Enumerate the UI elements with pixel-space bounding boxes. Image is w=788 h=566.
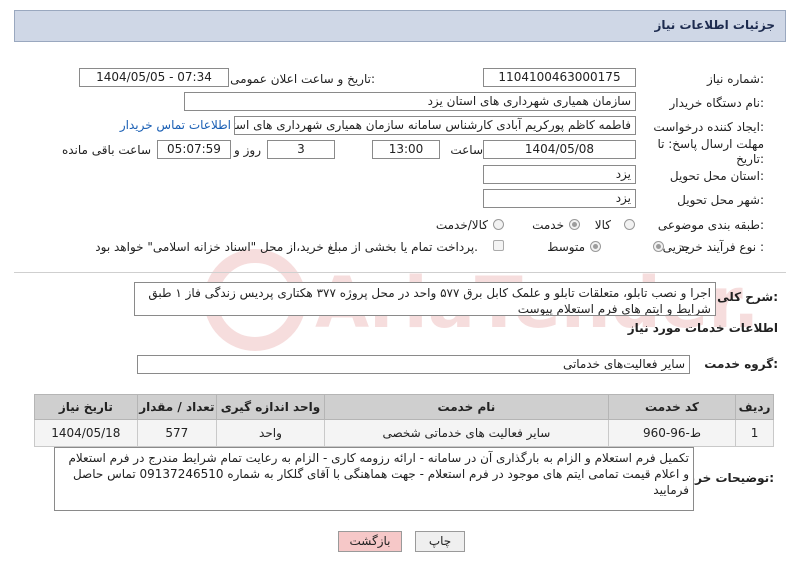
category-radio-goods-service[interactable] xyxy=(493,219,504,230)
announce-date-label: تاریخ و ساعت اعلان عمومی: xyxy=(230,72,375,86)
process-label: نوع فرآیند خرید : xyxy=(679,240,764,254)
service-group-label: گروه خدمت: xyxy=(704,357,778,371)
back-button[interactable]: بازگشت xyxy=(338,531,402,552)
remaining-time-field: 05:07:59 xyxy=(157,140,231,159)
column-header-qty: تعداد / مقدار xyxy=(136,394,217,420)
cell-name: سایر فعالیت های خدماتی شخصی xyxy=(323,419,609,447)
category-option-goods-service: کالا/خدمت xyxy=(435,218,488,232)
city-label: شهر محل تحویل: xyxy=(677,193,764,207)
days-remaining-field: 3 xyxy=(267,140,335,159)
cell-qty: 577 xyxy=(136,419,217,447)
category-option-goods: کالا xyxy=(594,218,611,232)
days-label: روز و xyxy=(234,143,261,157)
need-number-field: 1104100463000175 xyxy=(483,68,636,87)
column-header-row: ردیف xyxy=(735,394,774,420)
buyer-org-field: سازمان همیاری شهرداری های استان یزد xyxy=(184,92,636,111)
category-radio-service[interactable] xyxy=(569,219,580,230)
process-option-minor: جزیی xyxy=(662,240,690,254)
province-label: استان محل تحویل: xyxy=(669,169,764,183)
page-header: جزئیات اطلاعات نیاز xyxy=(14,10,786,42)
page-title: جزئیات اطلاعات نیاز xyxy=(654,18,775,32)
table-row: 1404/05/18 577 واحد سایر فعالیت های خدما… xyxy=(34,419,774,447)
payment-note: پرداخت تمام یا بخشی از مبلغ خرید،از محل … xyxy=(95,240,478,254)
category-label: طبقه بندی موضوعی: xyxy=(657,218,764,232)
cell-date: 1404/05/18 xyxy=(34,419,138,447)
deadline-time-field: 13:00 xyxy=(372,140,440,159)
cell-code: ط-96-960 xyxy=(607,419,737,447)
column-header-code: کد خدمت xyxy=(607,394,737,420)
province-field: یزد xyxy=(483,165,636,184)
services-table: تاریخ نیاز تعداد / مقدار واحد اندازه گیر… xyxy=(34,394,774,447)
buyer-org-label: نام دستگاه خریدار: xyxy=(669,96,765,110)
services-section-title: اطلاعات خدمات مورد نیاز xyxy=(627,321,778,335)
column-header-name: نام خدمت xyxy=(323,394,609,420)
process-option-medium: متوسط xyxy=(547,240,585,254)
cell-unit: واحد xyxy=(215,419,325,447)
need-number-label: شماره نیاز: xyxy=(706,72,764,86)
buyer-notes-textarea[interactable]: تکمیل فرم استعلام و الزام به بارگذاری آن… xyxy=(54,447,694,511)
column-header-date: تاریخ نیاز xyxy=(34,394,138,420)
category-radio-goods[interactable] xyxy=(624,219,635,230)
city-field: یزد xyxy=(483,189,636,208)
description-textarea[interactable]: اجرا و نصب تابلو، متعلقات تابلو و علمک ک… xyxy=(134,282,716,316)
process-radio-medium[interactable] xyxy=(590,241,601,252)
service-group-field: سایر فعالیت‌های خدماتی xyxy=(137,355,690,374)
divider xyxy=(14,272,786,273)
column-header-unit: واحد اندازه گیری xyxy=(215,394,325,420)
deadline-date-label: تاریخ: xyxy=(736,152,764,166)
cell-row: 1 xyxy=(735,419,774,447)
requester-label: ایجاد کننده درخواست: xyxy=(653,120,764,134)
category-option-service: خدمت xyxy=(532,218,564,232)
buyer-contact-link[interactable]: اطلاعات تماس خریدار xyxy=(120,118,231,132)
requester-field: فاطمه کاظم پورکریم آبادی کارشناس سامانه … xyxy=(234,116,636,135)
deadline-label: مهلت ارسال پاسخ: تا xyxy=(657,137,764,151)
announce-date-field: 1404/05/05 - 07:34 xyxy=(79,68,229,87)
treasury-checkbox[interactable] xyxy=(493,240,504,251)
remaining-time-label: ساعت باقی مانده xyxy=(61,143,151,157)
print-button[interactable]: چاپ xyxy=(415,531,465,552)
deadline-time-label: ساعت xyxy=(450,143,483,157)
deadline-date-field: 1404/05/08 xyxy=(483,140,636,159)
